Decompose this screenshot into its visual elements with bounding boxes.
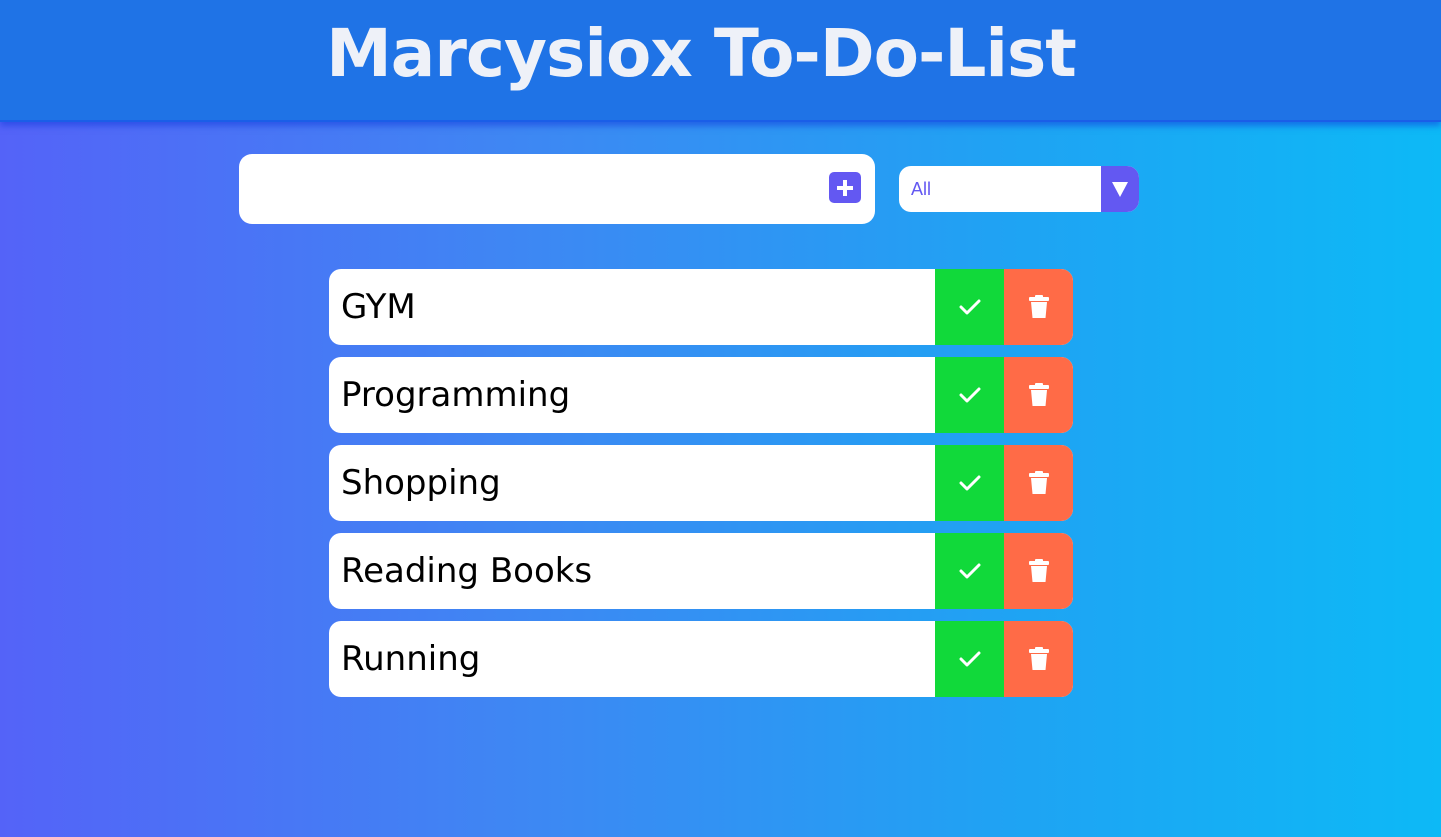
triangle-down-icon xyxy=(1112,182,1128,197)
delete-button[interactable] xyxy=(1004,357,1073,433)
todo-input[interactable] xyxy=(253,170,817,210)
plus-icon xyxy=(837,179,853,196)
trash-icon xyxy=(1028,647,1049,670)
check-icon xyxy=(959,475,980,491)
todo-item: Shopping xyxy=(329,445,1073,521)
trash-icon xyxy=(1028,383,1049,406)
complete-button[interactable] xyxy=(935,533,1004,609)
filter-dropdown-button[interactable] xyxy=(1101,166,1139,212)
filter-selected-value: All xyxy=(911,179,932,199)
todo-text: Running xyxy=(341,639,481,679)
check-icon xyxy=(959,299,980,315)
page-title: Marcysiox To-Do-List xyxy=(326,15,1077,92)
check-icon xyxy=(959,563,980,579)
check-icon xyxy=(959,387,980,403)
todo-text: GYM xyxy=(341,287,416,327)
todo-item: GYM xyxy=(329,269,1073,345)
complete-button[interactable] xyxy=(935,445,1004,521)
todo-item: Reading Books xyxy=(329,533,1073,609)
delete-button[interactable] xyxy=(1004,445,1073,521)
todo-text: Shopping xyxy=(341,463,501,503)
app-header: Marcysiox To-Do-List xyxy=(0,0,1441,122)
trash-icon xyxy=(1028,559,1049,582)
complete-button[interactable] xyxy=(935,269,1004,345)
trash-icon xyxy=(1028,295,1049,318)
complete-button[interactable] xyxy=(935,621,1004,697)
todo-text: Reading Books xyxy=(341,551,593,591)
delete-button[interactable] xyxy=(1004,533,1073,609)
delete-button[interactable] xyxy=(1004,269,1073,345)
todo-item: Running xyxy=(329,621,1073,697)
complete-button[interactable] xyxy=(935,357,1004,433)
todo-input-container xyxy=(239,154,875,224)
todo-text: Programming xyxy=(341,375,571,415)
add-todo-button[interactable] xyxy=(829,172,861,203)
check-icon xyxy=(959,651,980,667)
filter-select[interactable]: All xyxy=(899,166,1139,212)
todo-item: Programming xyxy=(329,357,1073,433)
delete-button[interactable] xyxy=(1004,621,1073,697)
trash-icon xyxy=(1028,471,1049,494)
